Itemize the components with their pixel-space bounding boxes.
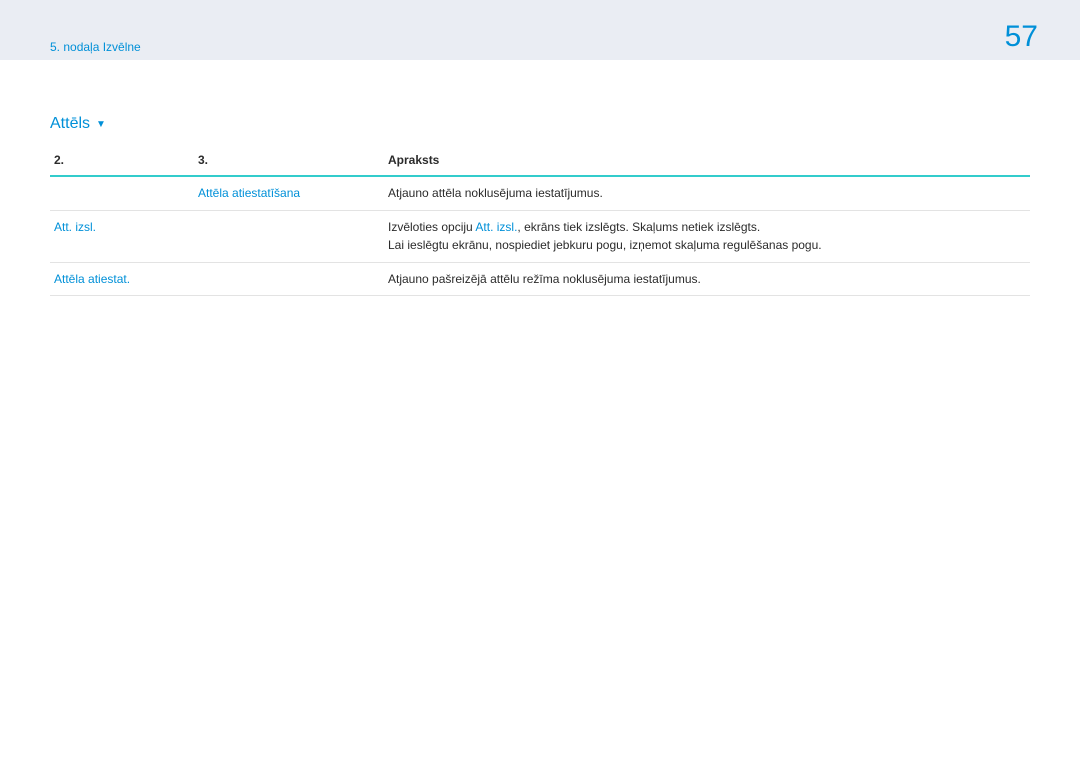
breadcrumb[interactable]: 5. nodaļa Izvēlne — [50, 40, 141, 54]
desc-post: , ekrāns tiek izslēgts. Skaļums netiek i… — [517, 220, 760, 234]
row-desc: Atjauno attēla noklusējuma iestatījumus. — [384, 176, 1030, 210]
table-header-2: 2. — [50, 147, 194, 176]
desc-pre: Izvēloties opciju — [388, 220, 475, 234]
row-desc: Atjauno pašreizējā attēlu režīma noklusē… — [384, 262, 1030, 296]
table-header-row: 2. 3. Apraksts — [50, 147, 1030, 176]
settings-table: 2. 3. Apraksts Attēla atiestatīšana Atja… — [50, 147, 1030, 296]
row-desc: Izvēloties opciju Att. izsl., ekrāns tie… — [384, 210, 1030, 262]
row-col1 — [50, 176, 194, 210]
section-title-text: Attēls — [50, 115, 90, 133]
desc-line2: Lai ieslēgtu ekrānu, nospiediet jebkuru … — [388, 236, 1026, 255]
page-number: 57 — [1005, 20, 1038, 54]
table-row: Att. izsl. Izvēloties opciju Att. izsl.,… — [50, 210, 1030, 262]
table-header-3: 3. — [194, 147, 384, 176]
chevron-down-icon: ▼ — [96, 119, 106, 130]
row-col1-link[interactable]: Att. izsl. — [50, 210, 194, 262]
desc-inline-link[interactable]: Att. izsl. — [475, 220, 517, 234]
page-header: 5. nodaļa Izvēlne 57 — [0, 0, 1080, 60]
page-content: Attēls ▼ 2. 3. Apraksts Attēla atiestatī… — [0, 60, 1080, 296]
row-col1-link[interactable]: Attēla atiestat. — [50, 262, 194, 296]
row-col2 — [194, 262, 384, 296]
table-row: Attēla atiestatīšana Atjauno attēla nokl… — [50, 176, 1030, 210]
row-col2-link[interactable]: Attēla atiestatīšana — [194, 176, 384, 210]
row-col2 — [194, 210, 384, 262]
table-row: Attēla atiestat. Atjauno pašreizējā attē… — [50, 262, 1030, 296]
section-title[interactable]: Attēls ▼ — [50, 115, 1030, 133]
table-header-desc: Apraksts — [384, 147, 1030, 176]
